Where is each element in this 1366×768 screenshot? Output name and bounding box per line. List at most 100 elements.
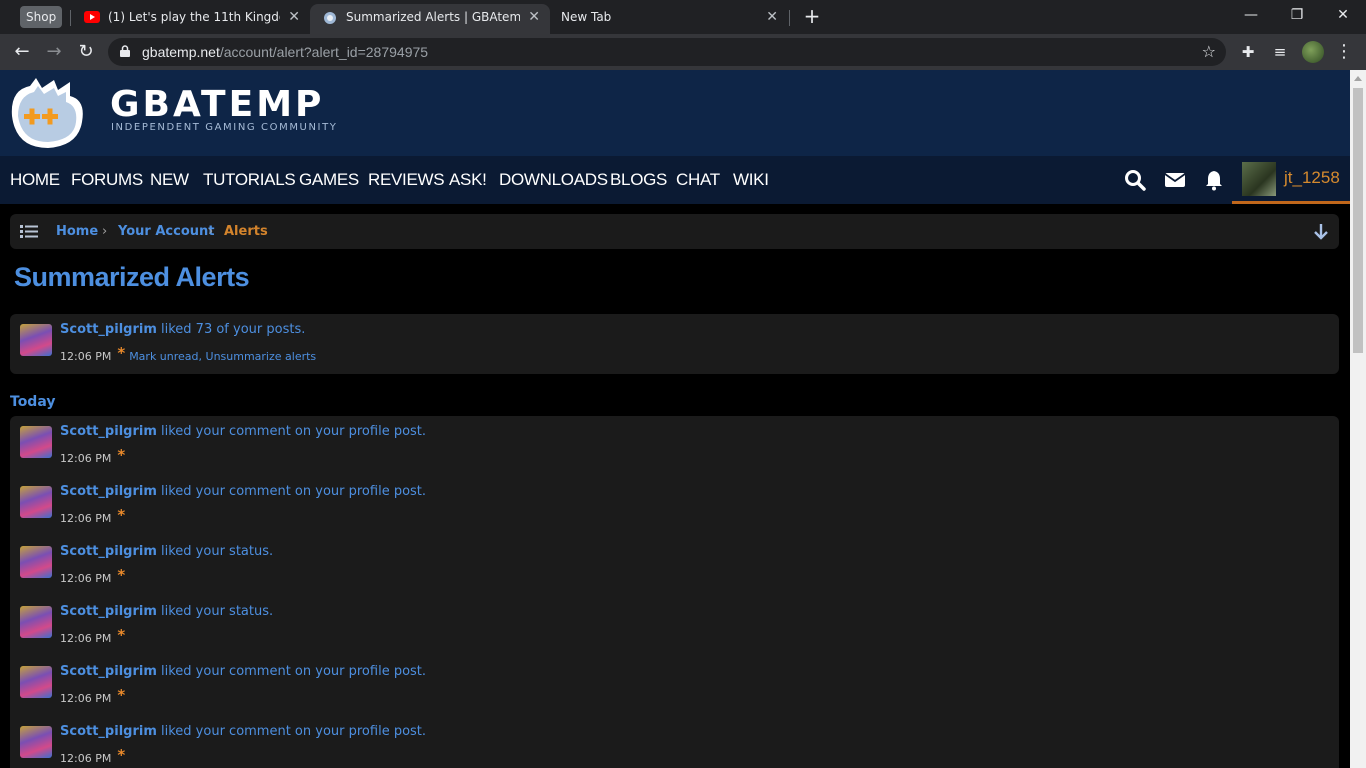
- nav-blogs[interactable]: BLOGS: [610, 156, 667, 204]
- alert-action[interactable]: liked your comment on your profile post.: [157, 724, 426, 739]
- tab-title: New Tab: [561, 10, 612, 24]
- alert-user-link[interactable]: Scott_pilgrim: [60, 484, 157, 499]
- alert-meta: 12:06 PM *: [60, 446, 125, 466]
- avatar[interactable]: [20, 726, 52, 758]
- nav-home[interactable]: HOME: [10, 156, 60, 204]
- nav-reviews[interactable]: REVIEWS: [368, 156, 445, 204]
- envelope-icon[interactable]: [1164, 169, 1186, 191]
- browser-profile-avatar[interactable]: [1302, 41, 1324, 63]
- nav-chat[interactable]: CHAT: [676, 156, 720, 204]
- page-content: GBATEMP INDEPENDENT GAMING COMMUNITY HOM…: [0, 70, 1350, 768]
- restore-button[interactable]: ❐: [1274, 0, 1320, 32]
- page-title: Summarized Alerts: [14, 262, 250, 292]
- alert-user-link[interactable]: Scott_pilgrim: [60, 322, 157, 337]
- back-button[interactable]: ←: [9, 39, 35, 65]
- alert-text: Scott_pilgrim liked your comment on your…: [60, 724, 426, 739]
- tab-gbatemp[interactable]: Summarized Alerts | GBAtemp.ne ✕: [310, 4, 550, 34]
- tab-close-icon[interactable]: ✕: [766, 4, 778, 30]
- alert-user-link[interactable]: Scott_pilgrim: [60, 724, 157, 739]
- tab-close-icon[interactable]: ✕: [528, 4, 540, 30]
- chevron-right-icon: ›: [102, 224, 108, 239]
- site-logo-title[interactable]: GBATEMP: [110, 84, 324, 125]
- alert-time: 12:06 PM: [60, 452, 112, 465]
- breadcrumb-home[interactable]: Home: [56, 214, 98, 249]
- browser-menu-icon[interactable]: ⋮: [1334, 42, 1354, 62]
- list-item[interactable]: Scott_pilgrim liked 73 of your posts. 12…: [20, 322, 1320, 380]
- unread-star-icon: *: [117, 686, 126, 704]
- alert-text: Scott_pilgrim liked 73 of your posts.: [60, 322, 305, 337]
- alert-action[interactable]: liked your comment on your profile post.: [157, 424, 426, 439]
- browser-tab-strip: Shop (1) Let's play the 11th Kingdom H ✕…: [0, 0, 1366, 34]
- site-navbar: HOME FORUMS NEW TUTORIALS GAMES REVIEWS …: [0, 156, 1350, 204]
- alert-action[interactable]: liked your comment on your profile post.: [157, 484, 426, 499]
- breadcrumb-alerts[interactable]: Alerts: [224, 214, 268, 249]
- breadcrumb-your-account[interactable]: Your Account: [118, 214, 214, 249]
- avatar[interactable]: [20, 426, 52, 458]
- page-scrollbar[interactable]: [1350, 70, 1366, 768]
- shop-tab-group[interactable]: Shop: [20, 6, 63, 28]
- alert-meta: 12:06 PM *: [60, 686, 126, 706]
- list-item[interactable]: Scott_pilgrim liked your comment on your…: [20, 484, 1320, 542]
- nav-games[interactable]: GAMES: [299, 156, 359, 204]
- avatar[interactable]: [20, 486, 52, 518]
- new-tab-button[interactable]: +: [800, 4, 824, 30]
- nav-forums[interactable]: FORUMS: [71, 156, 143, 204]
- nav-tutorials[interactable]: TUTORIALS: [203, 156, 296, 204]
- tab-close-icon[interactable]: ✕: [288, 4, 300, 30]
- alert-text: Scott_pilgrim liked your status.: [60, 544, 273, 559]
- list-item[interactable]: Scott_pilgrim liked your comment on your…: [20, 424, 1320, 482]
- alert-user-link[interactable]: Scott_pilgrim: [60, 664, 157, 679]
- media-control-icon[interactable]: ≡: [1270, 42, 1290, 62]
- scroll-up-arrow-icon[interactable]: [1354, 76, 1362, 81]
- site-logo-subtitle: INDEPENDENT GAMING COMMUNITY: [111, 122, 338, 133]
- site-banner: GBATEMP INDEPENDENT GAMING COMMUNITY: [0, 70, 1350, 156]
- list-menu-icon[interactable]: [20, 224, 38, 239]
- alert-user-link[interactable]: Scott_pilgrim: [60, 424, 157, 439]
- close-window-button[interactable]: ✕: [1320, 0, 1366, 32]
- arrow-down-icon[interactable]: [1313, 223, 1329, 240]
- unread-star-icon: *: [117, 506, 126, 524]
- reload-button[interactable]: ↻: [73, 39, 99, 65]
- search-icon[interactable]: [1124, 169, 1146, 191]
- alert-meta: 12:06 PM *: [60, 566, 125, 586]
- minimize-button[interactable]: —: [1228, 0, 1274, 32]
- avatar[interactable]: [20, 324, 52, 356]
- alert-user-link[interactable]: Scott_pilgrim: [60, 604, 157, 619]
- avatar[interactable]: [20, 546, 52, 578]
- tab-new-tab[interactable]: New Tab ✕: [550, 4, 788, 34]
- mark-unread-unsummarize-links[interactable]: Mark unread, Unsummarize alerts: [129, 350, 316, 363]
- extensions-icon[interactable]: ✚: [1238, 42, 1258, 62]
- address-bar[interactable]: gbatemp.net/account/alert?alert_id=28794…: [108, 38, 1226, 66]
- avatar[interactable]: [20, 666, 52, 698]
- alert-action[interactable]: liked your comment on your profile post.: [157, 664, 426, 679]
- bookmark-star-icon[interactable]: ☆: [1202, 38, 1216, 66]
- youtube-icon: [84, 11, 100, 23]
- forward-button[interactable]: →: [41, 39, 67, 65]
- avatar[interactable]: [20, 606, 52, 638]
- nav-ask[interactable]: ASK!: [449, 156, 487, 204]
- nav-wiki[interactable]: WIKI: [733, 156, 769, 204]
- user-account-menu[interactable]: jt_1258: [1232, 156, 1350, 204]
- alert-action[interactable]: liked your status.: [157, 604, 273, 619]
- gbatemp-mascot-logo[interactable]: [8, 76, 86, 150]
- nav-downloads[interactable]: DOWNLOADS: [499, 156, 608, 204]
- list-item[interactable]: Scott_pilgrim liked your comment on your…: [20, 664, 1320, 722]
- username: jt_1258: [1284, 168, 1340, 187]
- chevron-right-icon: ›: [208, 224, 214, 239]
- list-item[interactable]: Scott_pilgrim liked your comment on your…: [20, 724, 1320, 768]
- tab-youtube[interactable]: (1) Let's play the 11th Kingdom H ✕: [72, 4, 310, 34]
- nav-new[interactable]: NEW: [150, 156, 189, 204]
- tab-separator: [789, 10, 790, 26]
- alert-user-link[interactable]: Scott_pilgrim: [60, 544, 157, 559]
- tab-title: (1) Let's play the 11th Kingdom H: [108, 10, 280, 24]
- alert-action[interactable]: liked your status.: [157, 544, 273, 559]
- unread-star-icon: *: [117, 746, 126, 764]
- scrollbar-thumb[interactable]: [1353, 88, 1363, 353]
- alert-time: 12:06 PM: [60, 350, 112, 363]
- unread-star-icon: *: [117, 344, 126, 362]
- bell-icon[interactable]: [1203, 169, 1225, 191]
- list-item[interactable]: Scott_pilgrim liked your status. 12:06 P…: [20, 544, 1320, 602]
- alert-time: 12:06 PM: [60, 632, 112, 645]
- list-item[interactable]: Scott_pilgrim liked your status. 12:06 P…: [20, 604, 1320, 662]
- alert-action[interactable]: liked 73 of your posts.: [157, 322, 305, 337]
